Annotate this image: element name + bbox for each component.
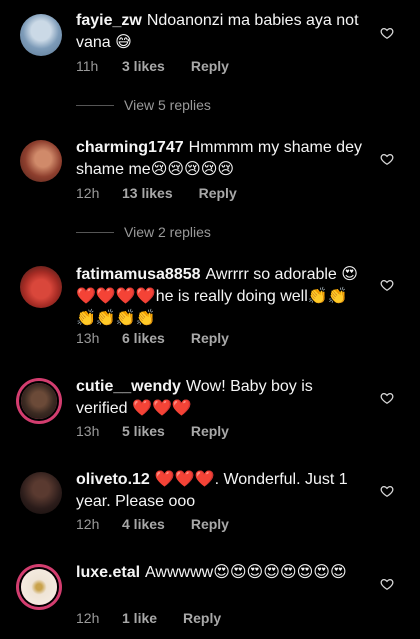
comment-likes[interactable]: 5 likes (122, 423, 165, 439)
heart-outline-icon[interactable] (380, 484, 394, 498)
comments-list: fayie_zw Ndoanonzi ma babies aya not vana… (0, 0, 420, 639)
comment-username[interactable]: fatimamusa8858 (76, 266, 201, 283)
divider-line (76, 104, 114, 106)
heart-outline-icon[interactable] (380, 391, 394, 405)
comment-text: fayie_zw Ndoanonzi ma babies aya not vana… (76, 10, 366, 54)
comment-time: 12h (76, 185, 100, 201)
comment-username[interactable]: fayie_zw (76, 12, 142, 29)
comment-time: 12h (76, 610, 100, 626)
avatar[interactable] (20, 472, 62, 514)
avatar[interactable] (16, 564, 62, 610)
comment-meta: 12h 4 likes Reply (76, 516, 229, 532)
comment-meta: 12h 1 like Reply (76, 610, 221, 626)
comment-meta: 12h 13 likes Reply (76, 185, 237, 201)
reply-button[interactable]: Reply (191, 58, 229, 74)
comment-meta: 13h 5 likes Reply (76, 423, 229, 439)
avatar[interactable] (16, 378, 62, 424)
comment-time: 13h (76, 330, 100, 346)
comment-likes[interactable]: 3 likes (122, 58, 165, 74)
comment-body: Awwwww😍😍😍😍😍😍😍😍 (145, 564, 347, 581)
heart-outline-icon[interactable] (380, 26, 394, 40)
comment-likes[interactable]: 13 likes (122, 185, 173, 201)
comment-text: fatimamusa8858 Awrrrr so adorable 😍❤️❤️❤️… (76, 264, 366, 330)
avatar[interactable] (20, 14, 62, 56)
comment-likes[interactable]: 6 likes (122, 330, 165, 346)
comment-username[interactable]: cutie__wendy (76, 378, 181, 395)
view-replies-label: View 2 replies (124, 224, 211, 240)
comment-text: oliveto.12 ❤️❤️❤️. Wonderful. Just 1 year… (76, 469, 366, 513)
reply-button[interactable]: Reply (199, 185, 237, 201)
view-replies-button[interactable]: View 2 replies (76, 224, 211, 240)
view-replies-button[interactable]: View 5 replies (76, 97, 211, 113)
comment-text: cutie__wendy Wow! Baby boy is verified ❤️… (76, 376, 366, 420)
comment-username[interactable]: luxe.etal (76, 564, 140, 581)
comment-username[interactable]: oliveto.12 (76, 471, 150, 488)
comment-likes[interactable]: 4 likes (122, 516, 165, 532)
comment-meta: 13h 6 likes Reply (76, 330, 229, 346)
heart-outline-icon[interactable] (380, 278, 394, 292)
comment-text: charming1747 Hmmmm my shame dey shame me😢… (76, 137, 366, 181)
comment-username[interactable]: charming1747 (76, 139, 184, 156)
reply-button[interactable]: Reply (191, 423, 229, 439)
avatar[interactable] (20, 140, 62, 182)
heart-outline-icon[interactable] (380, 152, 394, 166)
comment-meta: 11h 3 likes Reply (76, 58, 229, 74)
divider-line (76, 231, 114, 233)
comment-text: luxe.etal Awwwww😍😍😍😍😍😍😍😍 (76, 562, 366, 584)
reply-button[interactable]: Reply (191, 330, 229, 346)
reply-button[interactable]: Reply (191, 516, 229, 532)
comment-time: 13h (76, 423, 100, 439)
heart-outline-icon[interactable] (380, 577, 394, 591)
comment-time: 11h (76, 58, 99, 74)
avatar[interactable] (20, 266, 62, 308)
view-replies-label: View 5 replies (124, 97, 211, 113)
comment-time: 12h (76, 516, 100, 532)
reply-button[interactable]: Reply (183, 610, 221, 626)
comment-likes[interactable]: 1 like (122, 610, 157, 626)
